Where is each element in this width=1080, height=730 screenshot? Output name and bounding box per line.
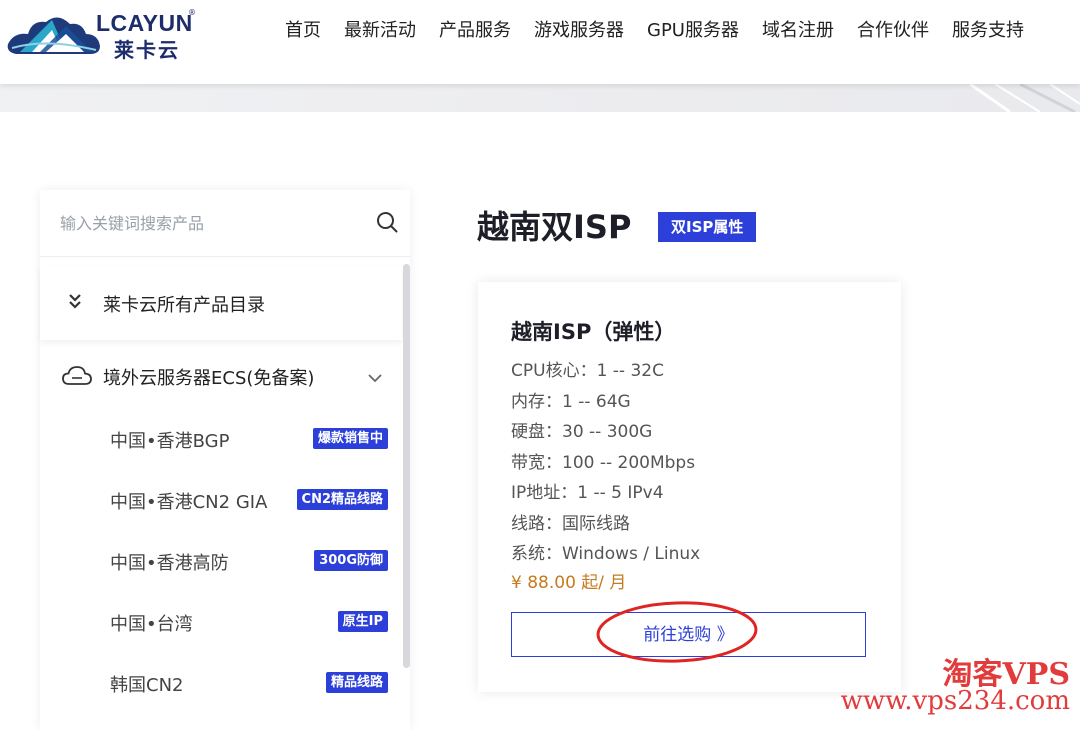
price-label: ¥ 88.00 起/ 月 <box>511 573 627 593</box>
main-nav: 首页 最新活动 产品服务 游戏服务器 GPU服务器 域名注册 合作伙伴 服务支持 <box>285 19 1024 43</box>
sidebar-item-label: 韩国CN2 <box>110 675 184 696</box>
sidebar-item-badge: 原生IP <box>337 611 388 632</box>
nav-item-products[interactable]: 产品服务 <box>439 19 511 43</box>
sidebar-item-badge: 精品线路 <box>325 672 388 693</box>
sidebar-item-taiwan[interactable]: 中国•台湾 原生IP <box>40 593 402 653</box>
nav-item-domain-registration[interactable]: 域名注册 <box>762 19 834 43</box>
sidebar-item-badge: 300G防御 <box>314 550 388 571</box>
sidebar-item-hongkong-bgp[interactable]: 中国•香港BGP 爆款销售中 <box>40 410 402 470</box>
nav-item-support[interactable]: 服务支持 <box>952 19 1024 43</box>
sidebar-item-badge: 爆款销售中 <box>312 428 388 449</box>
sidebar-item-korea-cn2[interactable]: 韩国CN2 精品线路 <box>40 654 402 714</box>
sidebar-item-label: 中国•香港CN2 GIA <box>110 492 268 513</box>
double-chevron-down-icon <box>69 294 81 309</box>
brand-name-en: LCAYUN <box>96 10 193 36</box>
sidebar-item-hongkong-cn2-gia[interactable]: 中国•香港CN2 GIA CN2精品线路 <box>40 471 402 531</box>
catalog-label: 莱卡云所有产品目录 <box>103 295 265 316</box>
product-card: 越南ISP（弹性） CPU核心：1 -- 32C 内存：1 -- 64G 硬盘：… <box>478 282 901 692</box>
spec-os: 系统：Windows / Linux <box>511 544 701 564</box>
banner-decoration <box>969 84 1080 112</box>
spec-memory: 内存：1 -- 64G <box>511 391 631 412</box>
title-badge: 双ISP属性 <box>658 212 757 242</box>
brand-logo[interactable]: LCAYUN ® 莱卡云 <box>6 8 206 62</box>
sidebar-item-label: 中国•台湾 <box>110 614 193 635</box>
product-sidebar: 莱卡云所有产品目录 境外云服务器ECS(免备案) 中国•香港BGP 爆款销售中 … <box>40 190 410 730</box>
watermark-url: www.vps234.com <box>840 686 1070 716</box>
sidebar-item-label: 中国•香港BGP <box>110 431 230 452</box>
product-search <box>40 190 410 257</box>
spec-list: CPU核心：1 -- 32C 内存：1 -- 64G 硬盘：30 -- 300G… <box>511 356 700 570</box>
spec-line: 线路：国际线路 <box>511 513 630 534</box>
spec-disk: 硬盘：30 -- 300G <box>511 422 653 442</box>
brand-name-cn: 莱卡云 <box>114 38 180 62</box>
search-input[interactable] <box>60 208 360 238</box>
sidebar-scrollbar[interactable] <box>403 264 410 668</box>
search-icon[interactable] <box>376 211 398 233</box>
nav-item-partners[interactable]: 合作伙伴 <box>857 19 929 43</box>
spec-ip: IP地址：1 -- 5 IPv4 <box>511 483 664 503</box>
all-products-catalog[interactable]: 莱卡云所有产品目录 <box>40 266 402 340</box>
chevron-down-icon[interactable] <box>367 372 383 384</box>
category-overseas-ecs[interactable]: 境外云服务器ECS(免备案) <box>40 340 402 414</box>
category-label: 境外云服务器ECS(免备案) <box>103 368 315 389</box>
nav-item-game-servers[interactable]: 游戏服务器 <box>534 19 624 43</box>
nav-item-home[interactable]: 首页 <box>285 19 321 43</box>
registered-mark: ® <box>188 8 196 17</box>
page-title: 越南双ISP <box>477 208 632 246</box>
spec-cpu: CPU核心：1 -- 32C <box>511 361 664 381</box>
sidebar-item-hongkong-ddos[interactable]: 中国•香港高防 300G防御 <box>40 532 402 592</box>
cloud-icon <box>62 366 92 385</box>
sidebar-item-badge: CN2精品线路 <box>296 489 388 510</box>
watermark: 淘客VPS www.vps234.com <box>840 660 1070 716</box>
spec-bandwidth: 带宽：100 -- 200Mbps <box>511 452 696 473</box>
nav-item-gpu-servers[interactable]: GPU服务器 <box>647 19 739 43</box>
nav-item-latest-events[interactable]: 最新活动 <box>344 19 416 43</box>
buy-button[interactable]: 前往选购 》 <box>511 612 866 657</box>
sidebar-item-label: 中国•香港高防 <box>110 553 229 574</box>
banner-strip <box>0 84 1080 112</box>
site-header: LCAYUN ® 莱卡云 首页 最新活动 产品服务 游戏服务器 GPU服务器 域… <box>0 0 1080 84</box>
product-card-title: 越南ISP（弹性） <box>511 320 676 344</box>
